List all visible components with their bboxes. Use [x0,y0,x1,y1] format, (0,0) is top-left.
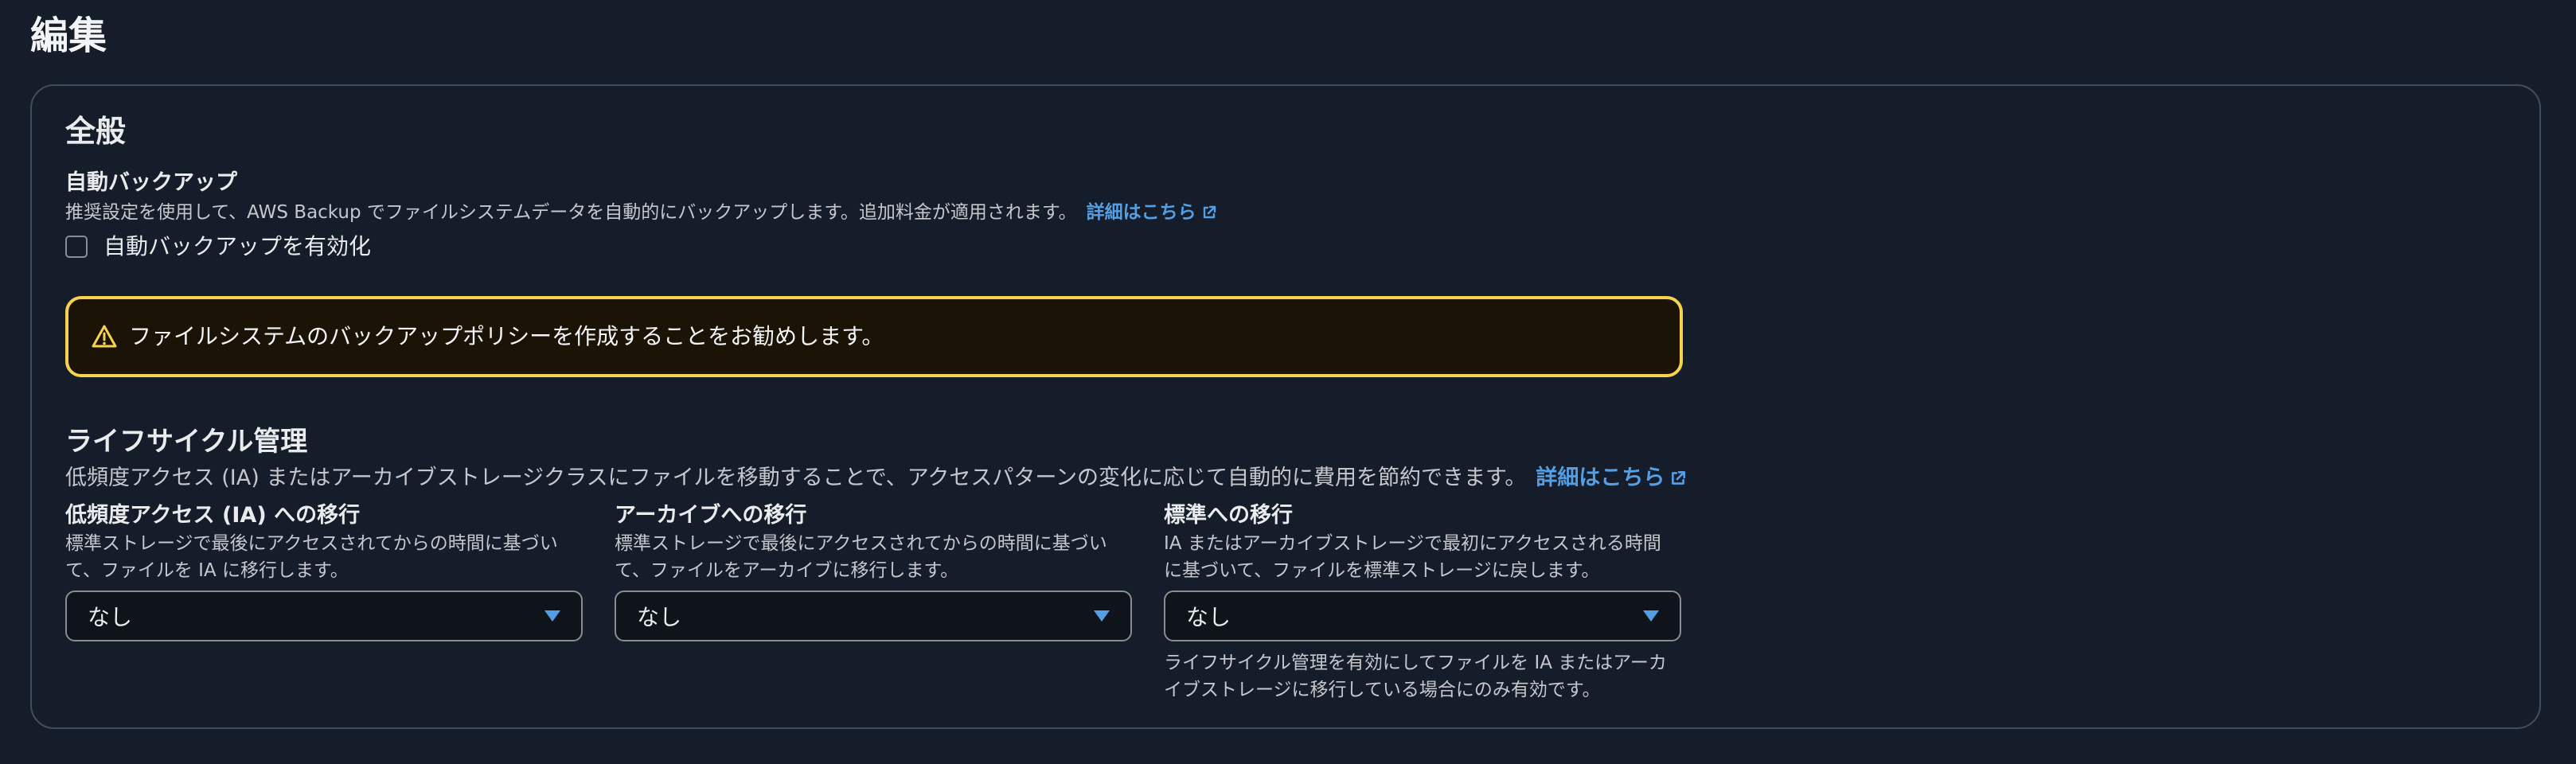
transition-to-ia-value: なし [88,604,133,630]
auto-backup-checkbox-row[interactable]: 自動バックアップを有効化 [65,231,371,263]
caret-down-icon [1643,610,1659,622]
lifecycle-learn-more-link[interactable]: 詳細はこちら [1536,466,1687,490]
lifecycle-learn-more-text: 詳細はこちら [1536,466,1665,490]
transition-to-archive-field: アーカイブへの移行 標準ストレージで最後にアクセスされてからの時間に基づいて、フ… [615,501,1132,584]
transition-to-archive-description: 標準ストレージで最後にアクセスされてからの時間に基づいて、ファイルをアーカイブに… [615,533,1107,581]
auto-backup-checkbox-label: 自動バックアップを有効化 [103,233,372,259]
transition-to-standard-constraint: ライフサイクル管理を有効にしてファイルを IA またはアーカイブストレージに移行… [1164,653,1667,700]
transition-to-standard-select[interactable]: なし [1164,591,1681,641]
transition-to-standard-label: 標準への移行 [1164,503,1293,528]
page-title: 編集 [30,14,107,58]
auto-backup-learn-more-text: 詳細はこちら [1086,202,1196,223]
transition-to-archive-select[interactable]: なし [615,591,1132,641]
transition-to-archive-value: なし [637,604,682,630]
warning-icon [91,324,118,349]
general-section-title: 全般 [65,114,127,149]
caret-down-icon [1094,610,1110,622]
edit-page: 編集 全般 自動バックアップ 推奨設定を使用して、AWS Backup でファイ… [0,0,2576,764]
backup-policy-warning-alert: ファイルシステムのバックアップポリシーを作成することをお勧めします。 [65,296,1683,377]
transition-to-ia-select[interactable]: なし [65,591,583,641]
transition-to-archive-label: アーカイブへの移行 [615,503,807,528]
panel-content: 全般 自動バックアップ 推奨設定を使用して、AWS Backup でファイルシス… [65,86,2508,727]
auto-backup-learn-more-link[interactable]: 詳細はこちら [1087,202,1217,223]
caret-down-icon [544,610,560,622]
warning-alert-text: ファイルシステムのバックアップポリシーを作成することをお勧めします。 [129,323,884,349]
transition-to-ia-field: 低頻度アクセス (IA) への移行 標準ストレージで最後にアクセスされてからの時… [65,501,583,584]
auto-backup-description: 推奨設定を使用して、AWS Backup でファイルシステムデータを自動的にバッ… [65,199,1217,228]
transition-to-standard-value: なし [1186,604,1231,630]
external-link-icon [1669,466,1687,496]
lifecycle-description-text: 低頻度アクセス (IA) またはアーカイブストレージクラスにファイルを移動するこ… [65,466,1527,490]
external-link-icon [1201,201,1217,228]
lifecycle-section-title: ライフサイクル管理 [65,426,308,458]
transition-to-standard-field: 標準への移行 IA またはアーカイブストレージで最初にアクセスされる時間に基づい… [1164,501,1681,584]
auto-backup-label: 自動バックアップ [65,170,237,195]
auto-backup-description-text: 推奨設定を使用して、AWS Backup でファイルシステムデータを自動的にバッ… [65,202,1077,223]
transition-to-ia-label: 低頻度アクセス (IA) への移行 [65,503,361,528]
transition-to-standard-description: IA またはアーカイブストレージで最初にアクセスされる時間に基づいて、ファイルを… [1164,533,1661,581]
general-panel: 全般 自動バックアップ 推奨設定を使用して、AWS Backup でファイルシス… [30,84,2541,729]
transition-to-ia-description: 標準ストレージで最後にアクセスされてからの時間に基づいて、ファイルを IA に移… [65,533,558,581]
lifecycle-description: 低頻度アクセス (IA) またはアーカイブストレージクラスにファイルを移動するこ… [65,463,1687,496]
auto-backup-checkbox[interactable] [65,236,88,258]
